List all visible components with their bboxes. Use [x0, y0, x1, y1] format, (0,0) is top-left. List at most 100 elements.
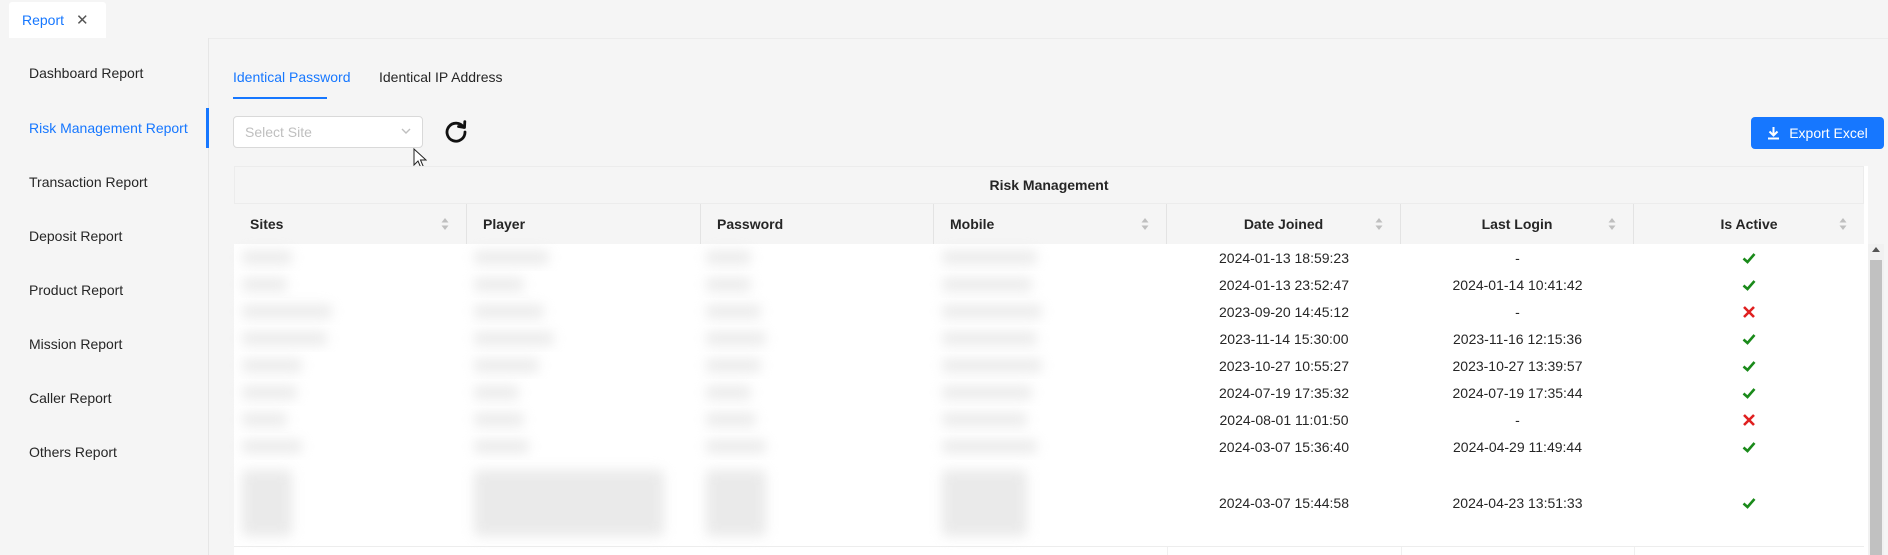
redacted-cell: [474, 251, 549, 264]
last-login-cell: -: [1515, 303, 1520, 320]
redacted-cell: [706, 251, 751, 264]
check-icon: [1742, 333, 1756, 345]
tab-report[interactable]: Report ✕: [9, 2, 106, 38]
table-row[interactable]: 2024-03-07 15:44:58 2024-04-23 13:51:33: [234, 460, 1864, 547]
column-header-last-login[interactable]: Last Login: [1401, 204, 1634, 244]
active-tab-underline: [233, 97, 327, 99]
redacted-cell: [706, 278, 751, 291]
redacted-cell: [942, 470, 1027, 536]
redacted-cell: [242, 305, 332, 318]
date-joined-cell: 2024-08-01 11:01:50: [1219, 411, 1349, 428]
active-status-cell: [1634, 433, 1864, 460]
redacted-cell: [706, 386, 751, 399]
active-status-cell: [1634, 352, 1864, 379]
site-select[interactable]: Select Site: [233, 116, 423, 148]
redacted-cell: [942, 278, 1032, 291]
table-row[interactable]: 2023-11-14 15:30:00 2023-11-16 12:15:36: [234, 325, 1864, 353]
sort-icon[interactable]: [441, 217, 449, 231]
scroll-up-arrow-icon[interactable]: [1872, 247, 1880, 252]
chevron-down-icon: [401, 128, 411, 134]
cross-icon: [1743, 413, 1755, 426]
last-login-cell: 2024-01-14 10:41:42: [1452, 276, 1583, 293]
column-header-player: Player: [467, 204, 701, 244]
active-status-cell: [1634, 325, 1864, 352]
redacted-cell: [474, 440, 529, 453]
redacted-cell: [706, 332, 766, 345]
risk-management-table: Risk Management Sites Player Password Mo…: [234, 166, 1868, 555]
refresh-icon[interactable]: [443, 119, 469, 145]
last-login-cell: 2024-04-23 13:51:33: [1452, 495, 1583, 511]
redacted-cell: [242, 386, 297, 399]
last-login-cell: -: [1515, 249, 1520, 266]
redacted-cell: [706, 470, 766, 536]
redacted-cell: [706, 305, 761, 318]
redacted-cell: [942, 332, 1037, 345]
scrollbar-thumb[interactable]: [1870, 260, 1882, 555]
site-select-placeholder: Select Site: [245, 124, 312, 140]
sidebar-item-product-report[interactable]: Product Report: [29, 282, 123, 298]
column-header-is-active[interactable]: Is Active: [1634, 204, 1864, 244]
date-joined-cell: 2023-10-27 10:55:27: [1219, 357, 1349, 374]
sort-icon[interactable]: [1839, 217, 1847, 231]
tab-identical-ip-address[interactable]: Identical IP Address: [379, 69, 502, 85]
last-login-cell: 2023-10-27 13:39:57: [1452, 357, 1583, 374]
column-header-date-joined[interactable]: Date Joined: [1167, 204, 1401, 244]
sidebar-item-mission-report[interactable]: Mission Report: [29, 336, 122, 352]
sidebar-item-dashboard-report[interactable]: Dashboard Report: [29, 65, 143, 81]
sort-icon[interactable]: [1608, 217, 1616, 231]
check-icon: [1742, 252, 1756, 264]
last-login-cell: 2023-11-16 12:15:36: [1453, 330, 1582, 347]
last-login-cell: -: [1515, 411, 1520, 428]
column-header-mobile[interactable]: Mobile: [934, 204, 1167, 244]
date-joined-cell: 2024-01-13 18:59:23: [1219, 249, 1349, 266]
inactive-status-cell: [1634, 298, 1864, 325]
sort-icon[interactable]: [1375, 217, 1383, 231]
sidebar-item-deposit-report[interactable]: Deposit Report: [29, 228, 122, 244]
redacted-cell: [242, 359, 302, 372]
export-excel-button[interactable]: Export Excel: [1751, 117, 1884, 149]
close-icon[interactable]: ✕: [76, 11, 89, 29]
cross-icon: [1743, 305, 1755, 318]
table-scrollbar[interactable]: [1868, 244, 1884, 555]
redacted-cell: [242, 440, 302, 453]
redacted-cell: [242, 413, 287, 426]
redacted-cell: [942, 386, 1032, 399]
column-header-password: Password: [701, 204, 934, 244]
table-row[interactable]: 2024-01-13 23:52:47 2024-01-14 10:41:42: [234, 271, 1864, 299]
redacted-cell: [474, 413, 524, 426]
table-row[interactable]: 2024-01-13 18:59:23 -: [234, 244, 1864, 272]
date-joined-cell: 2024-03-07 15:44:58: [1219, 495, 1349, 511]
check-icon: [1742, 387, 1756, 399]
tab-identical-password[interactable]: Identical Password: [233, 69, 351, 85]
active-status-cell: [1634, 244, 1864, 271]
date-joined-cell: 2024-01-13 23:52:47: [1219, 276, 1349, 293]
active-status-cell: [1634, 379, 1864, 406]
column-header-sites[interactable]: Sites: [234, 204, 467, 244]
redacted-cell: [474, 305, 544, 318]
redacted-cell: [474, 470, 664, 536]
last-login-cell: 2024-07-19 17:35:44: [1452, 384, 1583, 401]
table-row[interactable]: 2024-07-19 17:35:32 2024-07-19 17:35:44: [234, 379, 1864, 407]
sidebar-item-others-report[interactable]: Others Report: [29, 444, 117, 460]
table-row[interactable]: 2024-03-07 15:36:40 2024-04-29 11:49:44: [234, 433, 1864, 461]
date-joined-cell: 2023-09-20 14:45:12: [1219, 303, 1349, 320]
sort-icon[interactable]: [1141, 217, 1149, 231]
redacted-cell: [242, 278, 287, 291]
tab-report-label: Report: [22, 12, 65, 28]
redacted-cell: [474, 278, 524, 291]
redacted-cell: [942, 413, 1027, 426]
redacted-cell: [942, 359, 1042, 372]
sidebar-item-risk-management-report[interactable]: Risk Management Report: [29, 120, 188, 136]
table-row[interactable]: 2023-10-27 10:55:27 2023-10-27 13:39:57: [234, 352, 1864, 380]
redacted-cell: [942, 251, 1037, 264]
table-header: Sites Player Password Mobile Date Joined…: [234, 204, 1864, 245]
redacted-cell: [474, 359, 539, 372]
table-row[interactable]: 2024-08-01 11:01:50 -: [234, 406, 1864, 434]
date-joined-cell: 2024-07-19 17:35:32: [1219, 384, 1349, 401]
check-icon: [1742, 360, 1756, 372]
check-icon: [1742, 498, 1756, 509]
table-row[interactable]: 2023-09-20 14:45:12 -: [234, 298, 1864, 326]
sidebar-item-transaction-report[interactable]: Transaction Report: [29, 174, 148, 190]
sidebar-item-caller-report[interactable]: Caller Report: [29, 390, 111, 406]
date-joined-cell: 2023-11-14 15:30:00: [1219, 330, 1349, 347]
